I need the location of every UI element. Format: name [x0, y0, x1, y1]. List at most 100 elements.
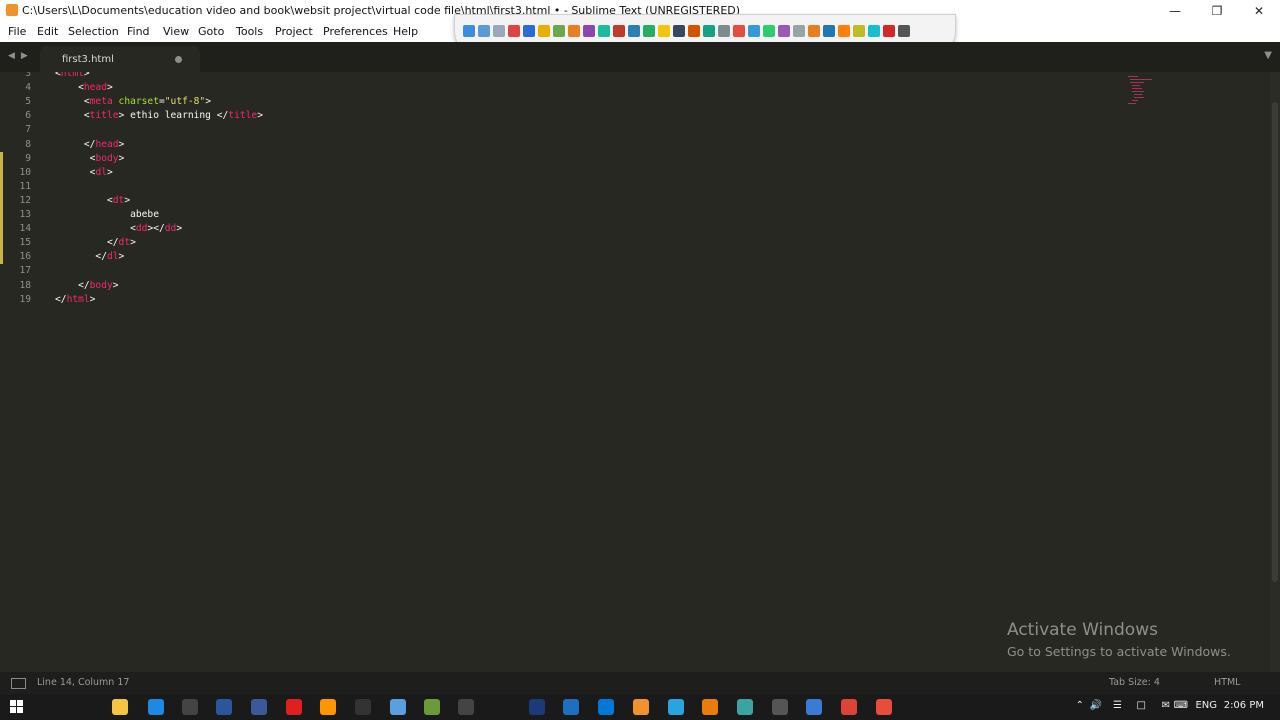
speaker-icon[interactable]: 🔊	[1090, 700, 1102, 711]
menu-view[interactable]: View	[163, 25, 189, 38]
quick-launch-app-icon[interactable]	[643, 25, 655, 37]
quick-launch-app-icon[interactable]	[688, 25, 700, 37]
tab-first3-html[interactable]: first3.html	[40, 46, 200, 72]
menu-goto[interactable]: Goto	[198, 25, 224, 38]
code-text[interactable]: </dl>	[55, 250, 124, 264]
quick-launch-app-icon[interactable]	[463, 25, 475, 37]
quick-launch-app-icon[interactable]	[478, 25, 490, 37]
quick-launch-app-icon[interactable]	[658, 25, 670, 37]
quick-launch-app-icon[interactable]	[823, 25, 835, 37]
quick-launch-app-icon[interactable]	[613, 25, 625, 37]
quick-launch-app-icon[interactable]	[583, 25, 595, 37]
store-icon[interactable]	[182, 699, 198, 715]
tab-size-selector[interactable]: Tab Size: 4	[1109, 677, 1160, 688]
scrollbar-thumb[interactable]	[1272, 102, 1278, 582]
firefox-icon[interactable]	[320, 699, 336, 715]
quick-launch-app-icon[interactable]	[703, 25, 715, 37]
quick-launch-app-icon[interactable]	[493, 25, 505, 37]
code-text[interactable]: <dt>	[55, 194, 130, 208]
code-text[interactable]: </html>	[55, 293, 95, 307]
quick-launch-app-icon[interactable]	[808, 25, 820, 37]
battery-icon[interactable]: □	[1137, 700, 1146, 711]
syntax-selector[interactable]: HTML	[1214, 677, 1240, 688]
files-icon[interactable]	[390, 699, 406, 715]
quick-launch-app-icon[interactable]	[523, 25, 535, 37]
menu-tools[interactable]: Tools	[236, 25, 263, 38]
tab-navigation-arrows-icon[interactable]: ◀▶	[8, 51, 34, 61]
virtualbox-icon[interactable]	[563, 699, 579, 715]
console-toggle-icon[interactable]	[11, 678, 26, 689]
code-text[interactable]: <head>	[55, 81, 113, 95]
code-text[interactable]: <dd></dd>	[55, 222, 182, 236]
network-icon[interactable]: ☰	[1113, 700, 1122, 711]
notepad-icon[interactable]	[424, 699, 440, 715]
tray-up-arrow-icon[interactable]: ⌃	[1076, 700, 1084, 711]
photoshop-icon[interactable]	[529, 699, 545, 715]
quick-launch-app-icon[interactable]	[508, 25, 520, 37]
edge-icon[interactable]	[148, 699, 164, 715]
code-text[interactable]: </body>	[55, 279, 118, 293]
quick-launch-app-icon[interactable]	[748, 25, 760, 37]
color-app-icon[interactable]	[876, 699, 892, 715]
code-text[interactable]: <dl>	[55, 166, 113, 180]
chrome-icon[interactable]	[841, 699, 857, 715]
code-text[interactable]: </dt>	[55, 236, 136, 250]
code-text[interactable]: </head>	[55, 138, 124, 152]
restore-icon[interactable]: ❐	[1196, 0, 1238, 22]
code-text[interactable]: <body>	[55, 152, 125, 166]
cmd-icon[interactable]	[355, 699, 371, 715]
code-editor[interactable]: 3 <html> 4 <head> 5 <meta charset="utf-8"> 6…	[0, 72, 1270, 672]
clock[interactable]: 2:06 PM	[1224, 700, 1264, 711]
telegram-icon[interactable]	[668, 699, 684, 715]
language-indicator[interactable]: ENG	[1195, 700, 1217, 711]
menu-file[interactable]: File	[8, 25, 26, 38]
quick-launch-app-icon[interactable]	[553, 25, 565, 37]
sublime-icon[interactable]	[633, 699, 649, 715]
minimize-icon[interactable]: —	[1154, 0, 1196, 22]
file-explorer-icon[interactable]	[112, 699, 128, 715]
menu-help[interactable]: Help	[393, 25, 418, 38]
windows-start-icon[interactable]	[10, 700, 24, 714]
quick-launch-app-icon[interactable]	[628, 25, 640, 37]
task-view-icon[interactable]	[78, 699, 94, 715]
vscode-icon[interactable]	[598, 699, 614, 715]
code-text[interactable]: <meta charset="utf-8">	[55, 95, 211, 109]
search-icon[interactable]	[44, 699, 60, 715]
quick-launch-app-icon[interactable]	[898, 25, 910, 37]
opera-icon[interactable]	[286, 699, 302, 715]
quick-launch-app-icon[interactable]	[763, 25, 775, 37]
quick-launch-app-icon[interactable]	[853, 25, 865, 37]
quick-launch-app-icon[interactable]	[568, 25, 580, 37]
tool-icon[interactable]	[458, 699, 474, 715]
code-text[interactable]: <title> ethio learning </title>	[55, 109, 263, 123]
vertical-scrollbar[interactable]	[1270, 72, 1280, 672]
quick-launch-app-icon[interactable]	[673, 25, 685, 37]
settings-icon[interactable]	[772, 699, 788, 715]
quick-launch-app-icon[interactable]	[733, 25, 745, 37]
word-icon[interactable]	[216, 699, 232, 715]
code-text[interactable]: abebe	[55, 208, 159, 222]
quick-launch-app-icon[interactable]	[883, 25, 895, 37]
minimap[interactable]	[1126, 72, 1156, 112]
tab-dropdown-icon[interactable]: ▼	[1264, 50, 1272, 61]
menu-selection[interactable]: Selection	[68, 25, 119, 38]
facebook-icon[interactable]	[251, 699, 267, 715]
keyboard-icon[interactable]: ⌨	[1174, 700, 1188, 711]
quick-launch-app-icon[interactable]	[598, 25, 610, 37]
quick-launch-app-icon[interactable]	[838, 25, 850, 37]
quick-launch-app-icon[interactable]	[778, 25, 790, 37]
code-text[interactable]: <html>	[55, 72, 90, 81]
menu-preferences[interactable]: Preferences	[323, 25, 388, 38]
close-icon[interactable]: ✕	[1238, 0, 1280, 22]
menu-edit[interactable]: Edit	[37, 25, 58, 38]
menu-project[interactable]: Project	[275, 25, 313, 38]
home-icon[interactable]	[806, 699, 822, 715]
app-icon[interactable]	[737, 699, 753, 715]
quick-launch-app-icon[interactable]	[868, 25, 880, 37]
quick-launch-app-icon[interactable]	[793, 25, 805, 37]
quick-launch-app-icon[interactable]	[718, 25, 730, 37]
notification-icon[interactable]: ✉	[1162, 700, 1170, 711]
quick-launch-app-icon[interactable]	[538, 25, 550, 37]
unsaved-dot-icon[interactable]	[175, 56, 182, 63]
menu-find[interactable]: Find	[127, 25, 150, 38]
